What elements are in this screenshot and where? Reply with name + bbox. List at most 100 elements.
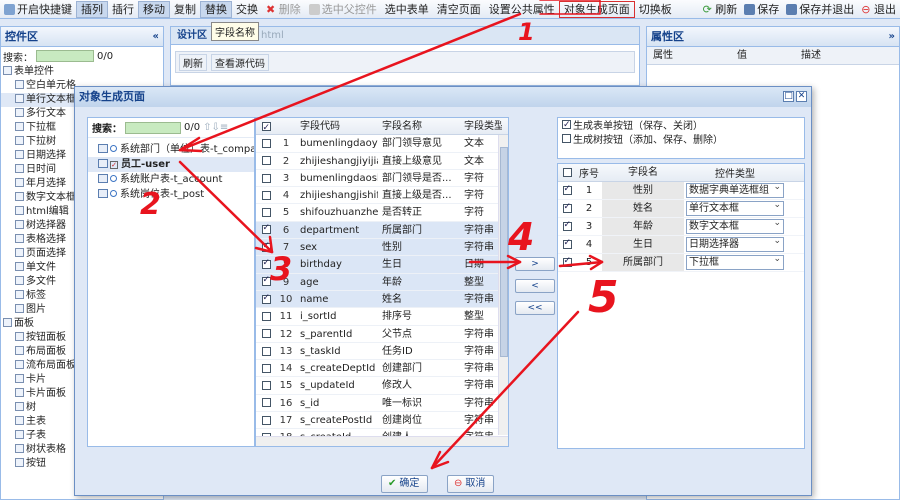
object-tree-node[interactable]: 系统岗位表-t_post (88, 187, 254, 202)
collapse-right-icon[interactable]: » (889, 27, 895, 47)
table-row[interactable]: 4 zhijieshangjishifou 直接上级是否... 字符 (256, 187, 508, 205)
toolbar-copy[interactable]: 复制 (170, 1, 200, 18)
row-checkbox[interactable] (261, 156, 271, 166)
node-checkbox[interactable]: ✓ (110, 161, 118, 169)
row-checkbox[interactable] (261, 329, 271, 339)
table-row[interactable]: 13 s_taskId 任务ID 字符串 (256, 343, 508, 361)
cancel-button[interactable]: ⊖ 取消 (447, 475, 495, 493)
tab-design[interactable]: 设计区 (171, 27, 213, 44)
toolbar-move[interactable]: 移动 (138, 0, 170, 18)
selected-row[interactable]: 3 年龄数字文本框 (558, 218, 804, 236)
row-checkbox[interactable] (261, 275, 271, 287)
selected-row-checkbox[interactable] (562, 184, 572, 195)
selected-all-checkbox[interactable] (562, 168, 572, 177)
row-checkbox[interactable] (261, 208, 271, 218)
selected-row[interactable]: 4 生日日期选择器 (558, 236, 804, 254)
selected-row-checkbox[interactable] (562, 256, 572, 267)
toolbar-select-form[interactable]: 选中表单 (381, 1, 433, 18)
option-form-checkbox[interactable] (562, 118, 571, 132)
object-tree-node[interactable]: 系统账户表-t_account (88, 172, 254, 187)
maximize-icon[interactable]: □ (783, 91, 794, 102)
row-checkbox[interactable] (261, 173, 271, 183)
toolbar-set-common[interactable]: 设置公共属性 (485, 1, 559, 18)
table-row[interactable]: 3 bumenlingdaoshifou 部门领导是否... 字符 (256, 170, 508, 188)
design-refresh-button[interactable]: 刷新 (179, 53, 207, 71)
controls-search-input[interactable] (36, 50, 94, 62)
row-checkbox[interactable] (261, 398, 271, 408)
row-checkbox[interactable] (261, 415, 271, 425)
table-row[interactable]: 7 sex 性别 字符串 (256, 239, 508, 257)
table-row[interactable]: 1 bumenlingdaoyijian 部门领导意见 文本 (256, 135, 508, 153)
collapse-icon[interactable]: « (153, 27, 159, 47)
control-item[interactable]: 表单控件 (1, 65, 163, 79)
selected-row-checkbox[interactable] (562, 202, 572, 213)
control-type-select[interactable]: 下拉框 (686, 255, 784, 270)
view-source-button[interactable]: 查看源代码 (211, 53, 269, 71)
node-radio-icon[interactable] (110, 190, 117, 197)
row-checkbox[interactable] (261, 346, 271, 356)
toolbar-swap[interactable]: 交换 (232, 1, 262, 18)
table-row[interactable]: 11 i_sortId 排序号 整型 (256, 308, 508, 326)
option-tree-buttons[interactable]: 生成树按钮（添加、保存、删除） (562, 134, 800, 148)
selected-row[interactable]: 1 性别数据字典单选框组 (558, 182, 804, 200)
close-icon[interactable]: ✕ (796, 91, 807, 102)
toolbar-switch-board[interactable]: 切换板 (635, 1, 676, 18)
toolbar-quick-key[interactable]: 开启快捷键 (0, 1, 76, 18)
grid-vscroll-thumb[interactable] (500, 147, 508, 357)
selected-row-checkbox[interactable] (562, 238, 572, 249)
node-radio-icon[interactable] (110, 175, 117, 182)
object-tree-node[interactable]: 系统部门（单位）表-t_company (88, 142, 254, 157)
toolbar-object-generate-page[interactable]: 对象生成页面 (558, 0, 635, 18)
move-right-button[interactable]: > (515, 257, 555, 271)
table-row[interactable]: 10 name 姓名 字符串 (256, 290, 508, 309)
ok-button[interactable]: ✔ 确定 (381, 475, 429, 493)
node-radio-icon[interactable] (110, 145, 117, 152)
toolbar-clear-page[interactable]: 清空页面 (433, 1, 485, 18)
search-arrows-icon[interactable]: ⇧⇩≡ (203, 122, 228, 133)
table-row[interactable]: 14 s_createDeptId 创建部门 字符串 (256, 360, 508, 378)
select-all-checkbox[interactable] (261, 120, 271, 137)
toolbar-select-parent[interactable]: 选中父控件 (305, 1, 381, 18)
table-row[interactable]: 8 birthday 生日 日期 (256, 256, 508, 274)
selected-row-checkbox[interactable] (562, 220, 572, 231)
table-row[interactable]: 15 s_updateId 修改人 字符串 (256, 377, 508, 395)
row-checkbox[interactable] (261, 138, 271, 148)
selected-row[interactable]: 2 姓名单行文本框 (558, 200, 804, 218)
table-row[interactable]: 17 s_createPostId 创建岗位 字符串 (256, 412, 508, 430)
control-type-select[interactable]: 数字文本框 (686, 219, 784, 234)
option-form-buttons[interactable]: 生成表单按钮（保存、关闭） (562, 118, 800, 134)
table-row[interactable]: 12 s_parentId 父节点 字符串 (256, 326, 508, 343)
table-row[interactable]: 2 zhijieshangjiyijian 直接上级意见 文本 (256, 153, 508, 170)
row-checkbox[interactable] (261, 223, 271, 235)
move-all-left-button[interactable]: << (515, 301, 555, 315)
toolbar-insert-row[interactable]: 插行 (108, 1, 138, 18)
toolbar-insert-col[interactable]: 插列 (76, 0, 108, 18)
row-checkbox[interactable] (261, 190, 271, 200)
row-checkbox[interactable] (261, 258, 271, 270)
table-row[interactable]: 16 s_id 唯一标识 字符串 (256, 395, 508, 413)
row-checkbox[interactable] (261, 241, 271, 252)
tab-html[interactable]: html (255, 27, 290, 44)
row-checkbox[interactable] (261, 381, 271, 391)
control-type-select[interactable]: 日期选择器 (686, 237, 784, 252)
exit-button[interactable]: ⊖ 退出 (858, 1, 900, 18)
control-type-select[interactable]: 单行文本框 (686, 201, 784, 216)
row-checkbox[interactable] (261, 363, 271, 373)
object-tree-node[interactable]: ✓ 员工-user (88, 157, 254, 172)
refresh-button[interactable]: ⟳ 刷新 (700, 1, 742, 18)
table-row[interactable]: 6 department 所属部门 字符串 (256, 221, 508, 240)
control-type-select[interactable]: 数据字典单选框组 (686, 183, 784, 198)
toolbar-delete[interactable]: ✖ 删除 (262, 1, 305, 18)
selected-row[interactable]: 5 所属部门下拉框 (558, 254, 804, 272)
row-checkbox[interactable] (261, 311, 271, 321)
toolbar-replace[interactable]: 替换 (200, 0, 232, 18)
save-exit-button[interactable]: 保存并退出 (783, 1, 858, 18)
option-tree-checkbox[interactable] (562, 134, 571, 143)
grid-hscrollbar[interactable] (256, 436, 508, 446)
row-checkbox[interactable] (261, 293, 271, 304)
move-left-button[interactable]: < (515, 279, 555, 293)
save-button[interactable]: 保存 (741, 1, 783, 18)
object-search-input[interactable] (125, 121, 181, 134)
table-row[interactable]: 5 shifouzhuanzheng 是否转正 字符 (256, 204, 508, 222)
grid-vscrollbar[interactable] (498, 135, 508, 435)
